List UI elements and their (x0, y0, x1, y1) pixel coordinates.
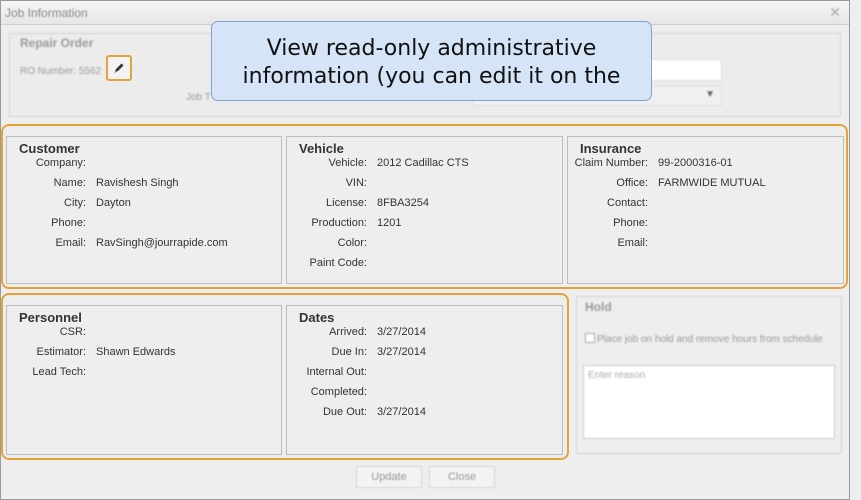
arrived-value: 3/27/2014 (377, 326, 426, 338)
email-label: Email: (55, 237, 86, 249)
due-in-label: Due In: (331, 346, 367, 358)
due-in-value: 3/27/2014 (377, 346, 426, 358)
vehicle-title: Vehicle (299, 141, 344, 156)
production-value: 1201 (377, 217, 402, 229)
personnel-title: Personnel (19, 310, 82, 325)
lead-tech-label: Lead Tech: (32, 366, 86, 378)
callout-line-2: information (you can edit it on the (242, 64, 621, 89)
city-value: Dayton (96, 197, 131, 209)
customer-panel: Customer Company: Name: Ravishesh Singh C… (6, 136, 282, 284)
hold-title: Hold (585, 300, 612, 314)
name-label: Name: (53, 177, 86, 189)
claim-number-label: Claim Number: (574, 157, 648, 169)
tooltip-callout: View read-only administrative informatio… (211, 21, 652, 101)
hold-reason-textarea[interactable]: Enter reason (583, 365, 835, 439)
company-label: Company: (35, 157, 86, 169)
hold-reason-placeholder: Enter reason (588, 370, 646, 381)
vehicle-label: Vehicle: (328, 157, 367, 169)
arrived-label: Arrived: (329, 326, 367, 338)
vin-label: VIN: (345, 177, 367, 189)
dates-title: Dates (299, 310, 335, 325)
license-value: 8FBA3254 (377, 197, 429, 209)
close-icon[interactable]: ✕ (829, 4, 841, 21)
close-button[interactable]: Close (429, 466, 495, 488)
name-value: Ravishesh Singh (96, 177, 179, 189)
claim-number-value: 99-2000316-01 (658, 157, 733, 169)
vehicle-value: 2012 Cadillac CTS (377, 157, 469, 169)
due-out-label: Due Out: (322, 406, 367, 418)
estimator-label: Estimator: (36, 346, 86, 358)
city-label: City: (64, 197, 86, 209)
job-type-label: Job T (186, 92, 211, 103)
color-label: Color: (337, 237, 367, 249)
phone-label: Phone: (51, 217, 86, 229)
customer-title: Customer (19, 141, 80, 156)
personnel-panel: Personnel CSR: Estimator: Shawn Edwards L… (6, 305, 282, 455)
callout-line-1: View read-only administrative (266, 36, 597, 61)
insurance-email-label: Email: (617, 237, 648, 249)
due-out-value: 3/27/2014 (377, 406, 426, 418)
hold-checkbox-label: Place job on hold and remove hours from … (597, 334, 823, 345)
insurance-phone-label: Phone: (613, 217, 648, 229)
insurance-title: Insurance (580, 141, 642, 156)
production-label: Production: (311, 217, 367, 229)
license-label: License: (326, 197, 367, 209)
completed-label: Completed: (310, 386, 367, 398)
window-title: Job Information (5, 6, 88, 20)
csr-label: CSR: (59, 326, 86, 338)
office-label: Office: (616, 177, 648, 189)
contact-label: Contact: (607, 197, 648, 209)
estimator-value: Shawn Edwards (96, 346, 176, 358)
office-value: FARMWIDE MUTUAL (658, 177, 766, 189)
email-value: RavSingh@jourrapide.com (96, 237, 228, 249)
internal-out-label: Internal Out: (306, 366, 367, 378)
paint-code-label: Paint Code: (309, 257, 367, 269)
hold-section: Hold Place job on hold and remove hours … (576, 296, 842, 454)
edit-button[interactable] (106, 55, 132, 81)
pencil-icon (114, 63, 124, 73)
update-button[interactable]: Update (356, 466, 422, 488)
ro-number: RO Number: 5562 (20, 66, 102, 77)
chevron-down-icon: ▼ (705, 89, 715, 100)
insurance-panel: Insurance Claim Number: 99-2000316-01 Off… (567, 136, 844, 284)
vehicle-panel: Vehicle Vehicle: 2012 Cadillac CTS VIN: L… (286, 136, 563, 284)
repair-order-legend: Repair Order (20, 36, 94, 50)
dates-panel: Dates Arrived: 3/27/2014 Due In: 3/27/2014… (286, 305, 563, 455)
